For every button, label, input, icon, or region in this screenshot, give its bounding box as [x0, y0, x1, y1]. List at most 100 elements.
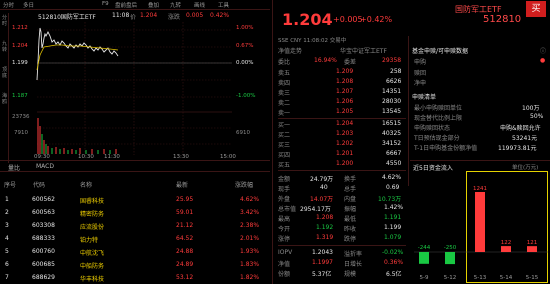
row-name: 精密防务: [80, 211, 105, 218]
buy-button[interactable]: 买: [526, 1, 546, 17]
orderbook-bid-row[interactable]: 买五 1.200 4550: [278, 160, 406, 169]
orderbook-label: 卖一: [278, 110, 291, 117]
tab-macd[interactable]: MACD: [36, 163, 54, 170]
orderbook-ask-row[interactable]: 卖二 1.206 28030: [278, 98, 406, 107]
col-code[interactable]: 代码: [33, 180, 45, 189]
redemption-row: 申购赎回状态 申购&赎回允许: [412, 123, 548, 132]
orderbook-price: 1.208: [336, 78, 354, 85]
price-change: +0.005: [333, 15, 363, 24]
stat-label: IOPV: [278, 249, 293, 256]
constituents-header: 序号 代码 名称 最新 涨跌幅: [0, 180, 270, 190]
stat-row: 外盘 14.07万 内盘 10.73万: [278, 194, 406, 203]
stat-label: 内盘: [344, 196, 357, 203]
row-code: 600563: [32, 209, 55, 216]
volume-axis-label: 23736: [12, 114, 30, 120]
stat-value: 24.79万: [310, 176, 334, 183]
flow-divider: [410, 160, 550, 161]
stat-label: 份额: [278, 271, 291, 278]
row-name: 华丰科技: [80, 276, 105, 283]
price-line: [36, 27, 119, 81]
flow-category-label: 5-9: [420, 275, 429, 281]
table-row[interactable]: 5 600760 中航沈飞 24.88 1.93%: [0, 248, 270, 258]
stat-label: 总市值: [278, 206, 297, 213]
orderbook-ask-row[interactable]: 卖五 1.209 258: [278, 68, 406, 77]
redemption-label: 现金替代比例上限: [414, 115, 463, 122]
flow-bar: [501, 246, 511, 252]
col-pct[interactable]: 涨跌幅: [235, 180, 253, 189]
redemption-value: 100万: [522, 105, 540, 112]
stat-value: 5.37亿: [312, 271, 332, 278]
pct-axis-label: 1.00%: [236, 25, 254, 31]
tab-volume-ratio[interactable]: 量比: [8, 163, 20, 172]
price-axis-label: 1.199: [12, 60, 28, 66]
flow-unit: 单位(万元): [512, 165, 539, 171]
stat-value: 1.1997: [312, 259, 333, 266]
stat-row: 最高 1.208 最低 1.191: [278, 214, 406, 223]
stat-row: 份额 5.37亿 规模 6.5亿: [278, 269, 406, 278]
row-name: 中船防务: [80, 263, 105, 270]
table-row[interactable]: 4 688333 铂力特 64.52 2.01%: [0, 235, 270, 245]
stat-row: 今开 1.192 昨收 1.199: [278, 224, 406, 233]
column-divider: [408, 36, 409, 186]
stat-label: 振幅: [344, 206, 357, 213]
volume-axis-label: 6910: [236, 130, 250, 136]
col-price[interactable]: 最新: [176, 180, 188, 189]
orderbook-volume: 28030: [382, 98, 402, 105]
stat-label: 溢折率: [344, 251, 363, 258]
table-row[interactable]: 6 600685 中船防务 24.89 1.83%: [0, 261, 270, 271]
row-price: 21.12: [176, 222, 194, 229]
info-icon[interactable]: ⓘ: [540, 46, 546, 55]
orderbook-bid-row[interactable]: 买四 1.201 6667: [278, 150, 406, 159]
stat-value: 1.192: [316, 224, 334, 231]
orderbook-volume: 4550: [386, 160, 402, 167]
fund-flow-label: 赎回: [414, 70, 427, 77]
stat-label: 最高: [278, 216, 291, 223]
stat-label: 涨停: [278, 236, 291, 243]
orderbook-label: 委差: [344, 59, 357, 66]
col-name[interactable]: 名称: [80, 180, 92, 189]
flow-bar: [527, 246, 537, 252]
row-code: 688629: [32, 274, 55, 281]
stat-row: 涨停 1.319 跌停 1.079: [278, 234, 406, 243]
orderbook-label: 买一: [278, 122, 291, 129]
flow-bar: [419, 252, 429, 264]
orderbook-label: 买五: [278, 162, 291, 169]
info-icon[interactable]: ●: [540, 57, 545, 64]
row-code: 600562: [32, 196, 55, 203]
orderbook-header-left[interactable]: 净值走势: [278, 46, 302, 55]
orderbook-ask-row[interactable]: 卖一 1.205 13545: [278, 108, 406, 117]
stat-value: 40: [320, 184, 328, 191]
table-row[interactable]: 1 600562 国睿科技 25.95 4.62%: [0, 196, 270, 206]
row-pct: 2.38%: [240, 222, 260, 229]
stat-row: IOPV 1.2043 溢折率 -0.02%: [278, 249, 406, 258]
redemption-row: 最小申购赎回单位 100万: [412, 103, 548, 112]
flow-value-label: 121: [527, 240, 538, 246]
table-row[interactable]: 2 600563 精密防务 59.01 3.42%: [0, 209, 270, 219]
orderbook-bid-row[interactable]: 买二 1.203 40325: [278, 130, 406, 139]
price-chart-svg: [36, 22, 232, 155]
orderbook-ask-row[interactable]: 卖三 1.207 14351: [278, 88, 406, 97]
flow-bar: [445, 252, 455, 265]
orderbook-ask-row[interactable]: 卖四 1.208 6626: [278, 78, 406, 87]
table-row[interactable]: 7 688629 华丰科技 53.12 1.82%: [0, 274, 270, 284]
pct-axis-label: -1.00%: [236, 93, 256, 99]
stat-label: 昨收: [344, 226, 357, 233]
last-price: 1.204: [282, 10, 333, 29]
orderbook-volume: 34152: [382, 140, 402, 147]
stat-label: 跌停: [344, 236, 357, 243]
row-no: 3: [5, 222, 9, 229]
flow-value-label: 122: [501, 240, 512, 246]
flow-bar: [475, 192, 485, 252]
orderbook-bid-row[interactable]: 买一 1.204 16515: [278, 120, 406, 129]
stat-value: 10.73万: [378, 196, 402, 203]
table-row[interactable]: 3 603308 应流股份 21.12 2.38%: [0, 222, 270, 232]
row-pct: 1.83%: [240, 261, 260, 268]
redemption-row: 现金替代比例上限 50%: [412, 113, 548, 122]
orderbook-volume: 16515: [382, 120, 402, 127]
orderbook-header-right: 华宝中证军工ETF: [340, 48, 387, 55]
orderbook-bid-row[interactable]: 买三 1.202 34152: [278, 140, 406, 149]
stat-label: 规模: [344, 271, 357, 278]
row-name: 铂力特: [80, 237, 99, 244]
row-no: 6: [5, 261, 9, 268]
redemption-list-header: 申赎清单: [412, 92, 548, 101]
